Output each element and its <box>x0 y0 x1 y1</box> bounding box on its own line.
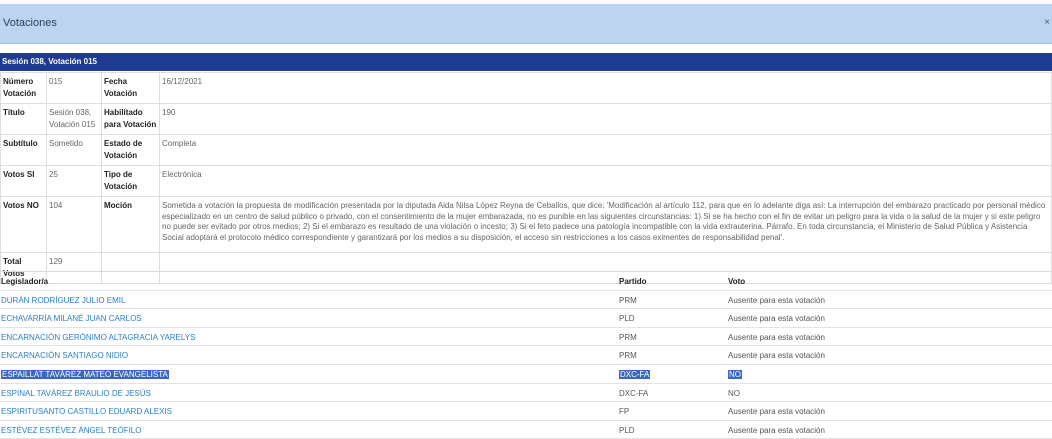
legislator-vote: Ausente para esta votación <box>728 332 825 342</box>
votos-no-value: 104 <box>46 196 102 253</box>
legislator-name-link[interactable]: DURÁN RODRÍGUEZ JULIO EMIL <box>1 296 125 305</box>
fecha-label: Fecha Votación <box>101 72 160 104</box>
legislator-vote: Ausente para esta votación <box>728 295 825 305</box>
legislator-party: PLD <box>619 314 635 324</box>
titulo-value: Sesión 038, Votación 015 <box>46 103 102 135</box>
legislator-name-link[interactable]: ENCARNACIÓN GERÓNIMO ALTAGRACIA YARELYS <box>1 333 195 342</box>
legislator-name-link[interactable]: ENCARNACIÓN SANTIAGO NIDIO <box>1 351 128 360</box>
legislator-name-link[interactable]: ESTÉVEZ ESTÉVEZ ÁNGEL TEÓFILO <box>1 426 141 435</box>
legislator-name-link[interactable]: ECHAVARRÍA MILANÉ JUAN CARLOS <box>1 314 142 323</box>
legislator-vote: Ausente para esta votación <box>728 407 825 417</box>
numero-label: Número Votación <box>0 72 47 104</box>
modal-header: Votaciones × <box>0 4 1052 44</box>
legislator-vote: NO <box>728 388 740 398</box>
modal-title: Votaciones <box>3 17 57 29</box>
legislator-party: FP <box>619 407 630 417</box>
votos-si-value: 25 <box>46 165 102 197</box>
mocion-value: Sometida a votación la propuesta de modi… <box>159 196 1052 253</box>
habilitado-label: Habilitado para Votación <box>101 103 160 135</box>
estado-label: Estado de Votación <box>101 134 160 166</box>
table-row[interactable]: ESPINAL TAVÁREZ BRAULIO DE JESÚS DXC-FA … <box>0 384 1052 403</box>
legislator-name-link[interactable]: ESPINAL TAVÁREZ BRAULIO DE JESÚS <box>1 389 151 398</box>
votos-si-label: Votos SI <box>0 165 47 197</box>
column-header-voto[interactable]: Voto <box>728 277 745 286</box>
table-row-selected[interactable]: ESPAILLAT TAVÁREZ MATEO EVANGELISTA DXC-… <box>0 365 1052 384</box>
subtitulo-label: Subtítulo <box>0 134 47 166</box>
legislator-party: PLD <box>619 425 635 435</box>
mocion-label: Moción <box>101 196 160 253</box>
column-header-legislador[interactable]: Legislador/a <box>1 277 48 286</box>
legislator-vote: NO <box>728 369 742 379</box>
table-row[interactable]: ENCARNACIÓN SANTIAGO NIDIO PRM Ausente p… <box>0 346 1052 365</box>
legislator-name-link[interactable]: ESPIRITUSANTO CASTILLO EDUARD ALEXIS <box>1 407 172 416</box>
subtitulo-value: Sometido <box>46 134 102 166</box>
habilitado-value: 190 <box>159 103 1052 135</box>
titulo-label: Título <box>0 103 47 135</box>
close-icon[interactable]: × <box>1044 17 1050 28</box>
tipo-label: Tipo de Votación <box>101 165 160 197</box>
session-title-bar: Sesión 038, Votación 015 <box>0 53 1052 71</box>
legislator-party: PRM <box>619 351 637 361</box>
legislator-party: DXC-FA <box>619 388 649 398</box>
legislator-party: DXC-FA <box>619 369 651 379</box>
table-row[interactable]: ECHAVARRÍA MILANÉ JUAN CARLOS PLD Ausent… <box>0 309 1052 328</box>
tipo-value: Electrónica <box>159 165 1052 197</box>
table-row[interactable]: ENCARNACIÓN GERÓNIMO ALTAGRACIA YARELYS … <box>0 328 1052 347</box>
fecha-value: 16/12/2021 <box>159 72 1052 104</box>
legislator-vote: Ausente para esta votación <box>728 351 825 361</box>
vote-info-table: Número Votación 015 Fecha Votación 16/12… <box>0 72 1052 284</box>
legislator-party: PRM <box>619 295 637 305</box>
legislator-vote: Ausente para esta votación <box>728 425 825 435</box>
column-header-partido[interactable]: Partido <box>619 277 647 286</box>
legislators-table: Legislador/a Partido Voto DURÁN RODRÍGUE… <box>0 271 1052 439</box>
estado-value: Completa <box>159 134 1052 166</box>
table-row[interactable]: ESPIRITUSANTO CASTILLO EDUARD ALEXIS FP … <box>0 402 1052 421</box>
legislator-party: PRM <box>619 332 637 342</box>
votos-no-label: Votos NO <box>0 196 47 253</box>
numero-value: 015 <box>46 72 102 104</box>
table-row[interactable]: ESTÉVEZ ESTÉVEZ ÁNGEL TEÓFILO PLD Ausent… <box>0 421 1052 439</box>
legislator-vote: Ausente para esta votación <box>728 314 825 324</box>
table-row[interactable]: DURÁN RODRÍGUEZ JULIO EMIL PRM Ausente p… <box>0 291 1052 310</box>
legislators-header: Legislador/a Partido Voto <box>0 271 1052 291</box>
legislator-name-link[interactable]: ESPAILLAT TAVÁREZ MATEO EVANGELISTA <box>1 369 169 379</box>
